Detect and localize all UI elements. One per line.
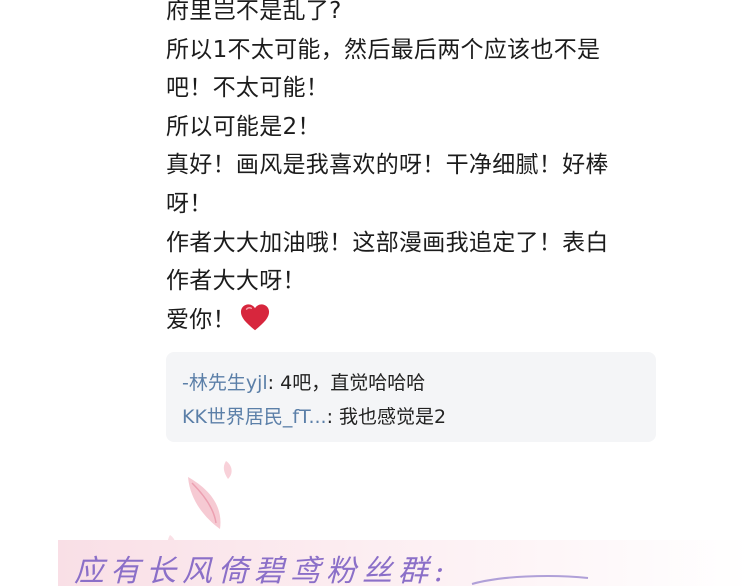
reply-username[interactable]: -林先生yjl <box>182 372 268 394</box>
comment-line-text: 爱你！ <box>166 306 236 333</box>
reply-item[interactable]: KK世界居民_fT...: 我也感觉是2 <box>182 400 656 434</box>
comment-line: 真好！画风是我喜欢的呀！干净细腻！好棒 <box>166 152 609 179</box>
reply-text: : 4吧，直觉哈哈哈 <box>267 372 426 394</box>
comment-line: 呀！ <box>166 190 213 217</box>
reply-text: : 我也感觉是2 <box>326 406 447 428</box>
comment-line: 府里岂不是乱了? <box>166 0 342 24</box>
reply-box[interactable]: -林先生yjl: 4吧，直觉哈哈哈 KK世界居民_fT...: 我也感觉是2 <box>166 352 656 442</box>
comment-line: 作者大大加油哦！这部漫画我追定了！表白 <box>166 229 609 256</box>
fan-group-title: 应有长风倚碧鸢粉丝群: <box>74 554 451 586</box>
comment-line: 吧！不太可能！ <box>166 75 330 102</box>
reply-item[interactable]: -林先生yjl: 4吧，直觉哈哈哈 <box>182 366 656 400</box>
reply-username[interactable]: KK世界居民_fT... <box>182 406 327 428</box>
heart-icon <box>240 304 269 330</box>
comment-body: 府里岂不是乱了? 所以1不太可能，然后最后两个应该也不是 吧！不太可能！ 所以可… <box>166 0 666 339</box>
comment-line: 所以可能是2！ <box>166 113 321 140</box>
banner-swoosh <box>471 575 589 585</box>
comment-line-last: 爱你！ <box>166 301 666 340</box>
fan-group-banner: 应有长风倚碧鸢粉丝群: <box>58 540 750 586</box>
comment-line: 作者大大呀！ <box>166 268 306 295</box>
comment-line: 所以1不太可能，然后最后两个应该也不是 <box>166 36 601 63</box>
